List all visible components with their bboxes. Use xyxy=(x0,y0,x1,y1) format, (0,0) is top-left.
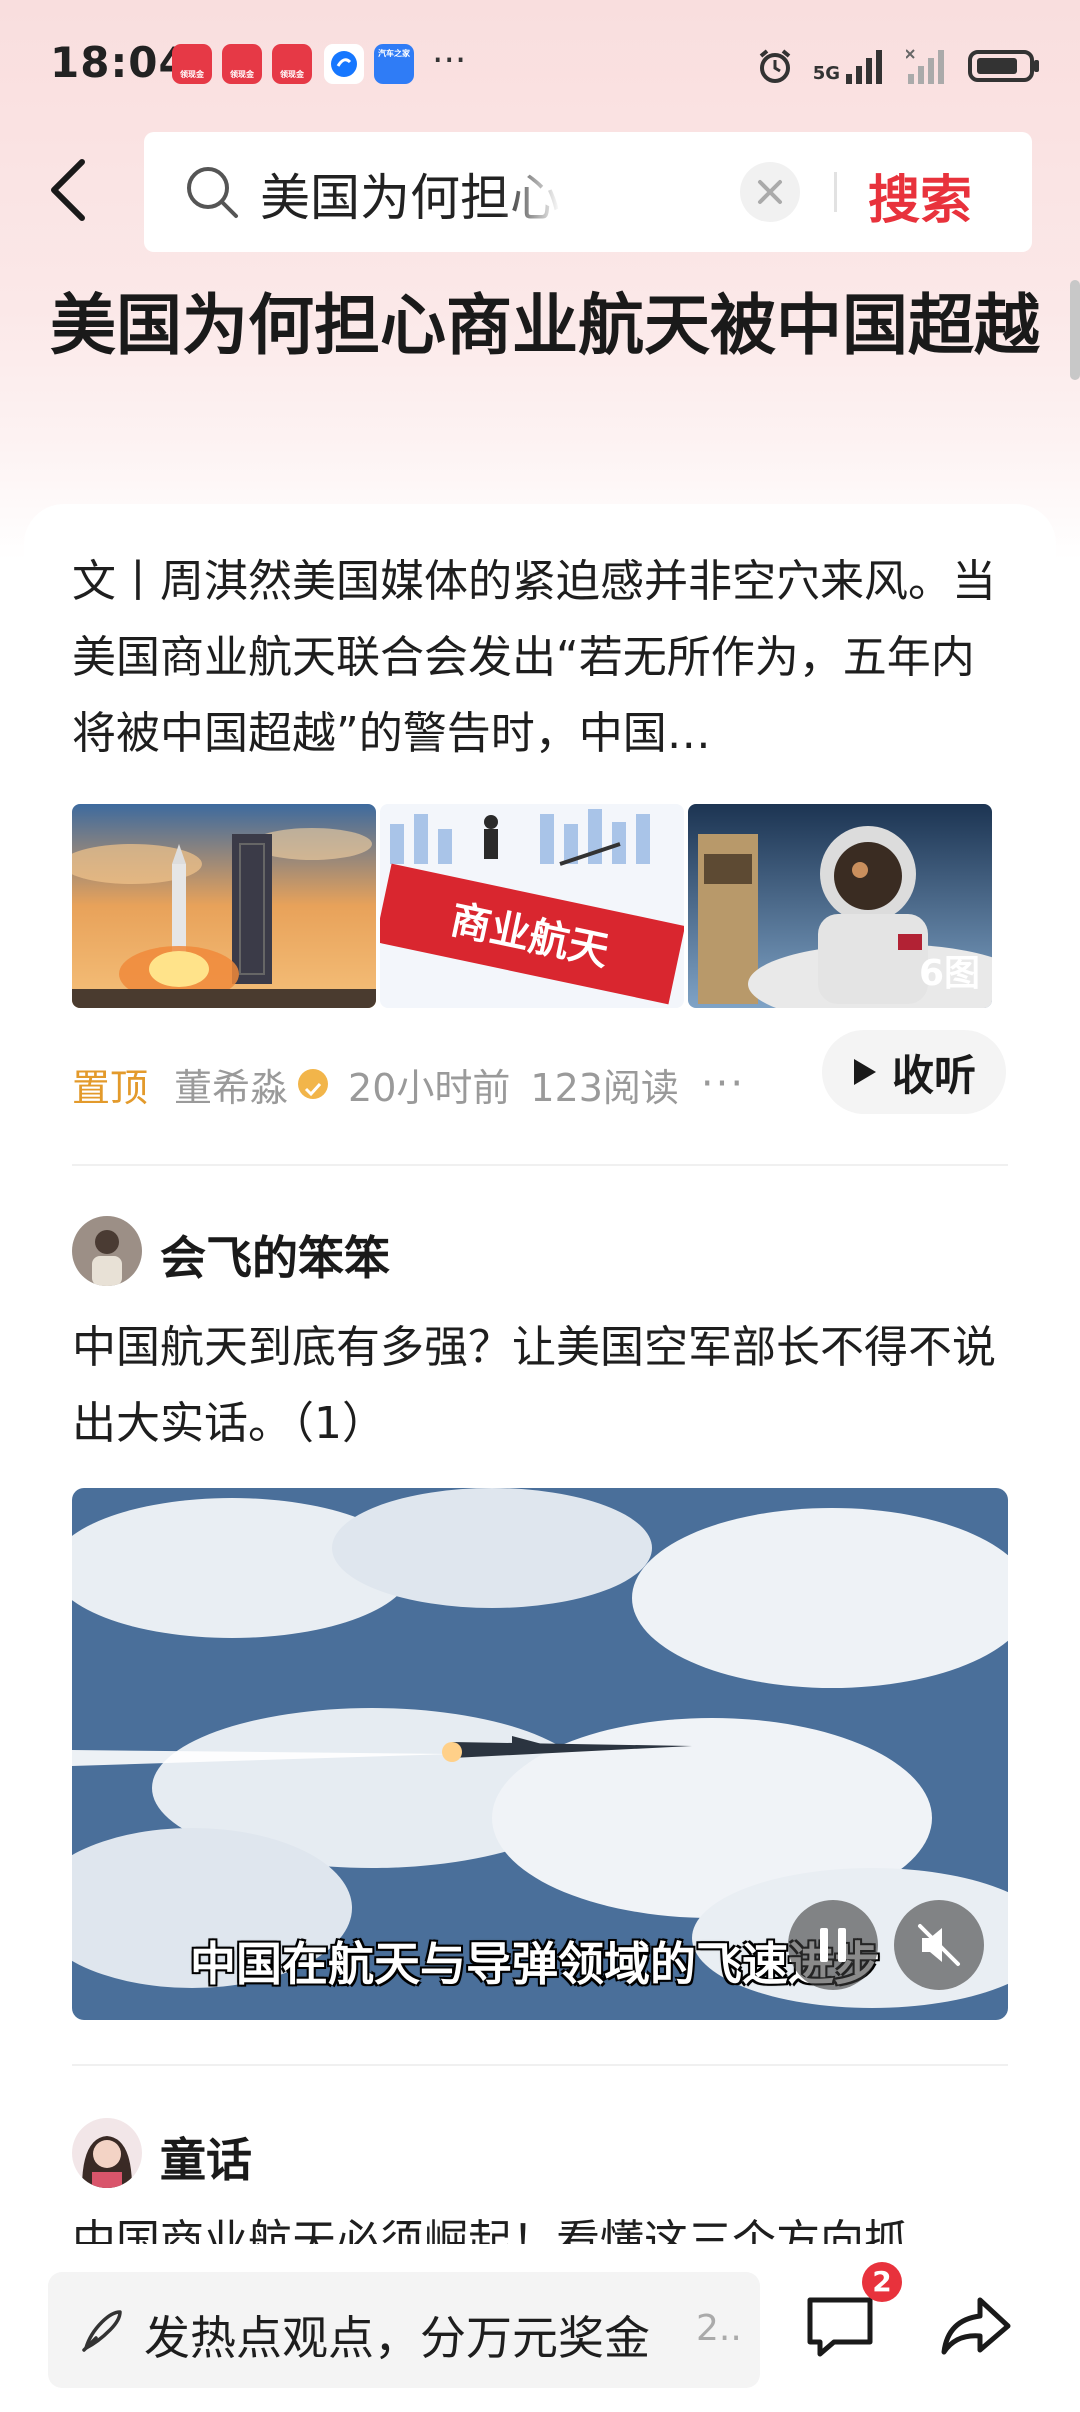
astronaut-image[interactable]: 6图 xyxy=(688,804,992,1008)
page-title: 美国为何担心商业航天被中国超越 xyxy=(50,287,1040,364)
share-button[interactable] xyxy=(936,2286,1016,2366)
alipay-notification-icon xyxy=(324,44,364,84)
listen-button[interactable]: 收听 xyxy=(822,1030,1006,1114)
scrollbar[interactable] xyxy=(1070,280,1080,380)
comments-button[interactable] xyxy=(800,2286,880,2366)
avatar[interactable] xyxy=(72,2118,142,2188)
video-player[interactable]: 中国在航天与导弹领域的飞速进步 xyxy=(72,1488,1008,2020)
verified-icon xyxy=(298,1069,329,1099)
author-name[interactable]: 董希淼 xyxy=(174,1057,288,1112)
commercial-space-image[interactable]: 商业航天 xyxy=(380,804,684,1008)
mute-button[interactable] xyxy=(894,1900,984,1990)
status-time: 18:04 xyxy=(50,38,189,87)
divider xyxy=(72,2064,1008,2066)
back-button[interactable] xyxy=(40,150,100,230)
pen-icon xyxy=(82,2310,122,2352)
rocket-launch-image[interactable] xyxy=(72,804,376,1008)
comment-count-badge: 2 xyxy=(862,2262,902,2302)
search-button[interactable]: 搜索 xyxy=(868,158,972,233)
pinned-label: 置顶 xyxy=(72,1065,149,1110)
article-summary[interactable]: 文丨周淇然美国媒体的紧迫感并非空穴来风。当美国商业航天联合会发出“若无所作为，五… xyxy=(72,544,1012,772)
user-name[interactable]: 会飞的笨笨 xyxy=(160,1222,390,1288)
share-icon xyxy=(941,2297,1011,2355)
bottom-bar: 发热点观点，分万元奖金 2.. 2 xyxy=(0,2244,1080,2412)
shop-notification-icon: 领现金 xyxy=(222,44,262,84)
video-subtitle: 中国在航天与导弹领域的飞速进步 xyxy=(190,1937,880,1991)
play-icon xyxy=(853,1059,876,1085)
network-type: 5G xyxy=(812,63,840,84)
mute-icon xyxy=(918,1924,960,1966)
read-count: 123阅读 xyxy=(530,1065,679,1110)
battery-icon xyxy=(968,50,1039,82)
pause-icon xyxy=(820,1928,846,1962)
user-name[interactable]: 童话 xyxy=(160,2124,252,2190)
clear-search-button[interactable] xyxy=(740,162,800,222)
pause-button[interactable] xyxy=(788,1900,878,1990)
system-indicators: 5G xyxy=(755,44,1040,88)
more-notifications-icon: ··· xyxy=(432,40,467,81)
post-text[interactable]: 中国航天到底有多强？让美国空军部长不得不说出大实话。（1） xyxy=(72,1310,1012,1462)
divider xyxy=(72,1164,1008,1166)
comment-hint: 2.. xyxy=(696,2308,742,2349)
comment-input[interactable]: 发热点观点，分万元奖金 2.. xyxy=(48,2272,760,2388)
status-bar: 18:04 领现金 领现金 领现金 汽车之家 ··· 5G xyxy=(0,0,1080,130)
image-count: 6图 xyxy=(918,953,980,994)
comment-icon xyxy=(807,2297,873,2357)
shop-notification-icon: 领现金 xyxy=(272,44,312,84)
search-icon xyxy=(187,167,238,218)
post-time: 20小时前 xyxy=(348,1065,511,1110)
more-options-icon[interactable]: ··· xyxy=(701,1061,745,1107)
signal-icon: 5G xyxy=(813,48,888,84)
listen-label: 收听 xyxy=(891,1050,976,1100)
shop-notification-icon: 领现金 xyxy=(172,44,212,84)
search-bar: 美国为何担心商业航天被中国超越 搜索 xyxy=(144,132,1032,252)
search-input[interactable]: 美国为何担心商业航天被中国超越 xyxy=(260,158,560,230)
avatar[interactable] xyxy=(72,1216,142,1286)
signal-2-icon xyxy=(906,49,944,84)
results-card: 文丨周淇然美国媒体的紧迫感并非空穴来风。当美国商业航天联合会发出“若无所作为，五… xyxy=(24,504,1056,2304)
comment-placeholder: 发热点观点，分万元奖金 xyxy=(144,2311,650,2365)
alarm-icon xyxy=(759,49,790,83)
autohome-notification-icon: 汽车之家 xyxy=(374,44,414,84)
divider xyxy=(834,172,837,212)
close-icon xyxy=(758,180,782,204)
chevron-left-icon xyxy=(51,159,85,221)
